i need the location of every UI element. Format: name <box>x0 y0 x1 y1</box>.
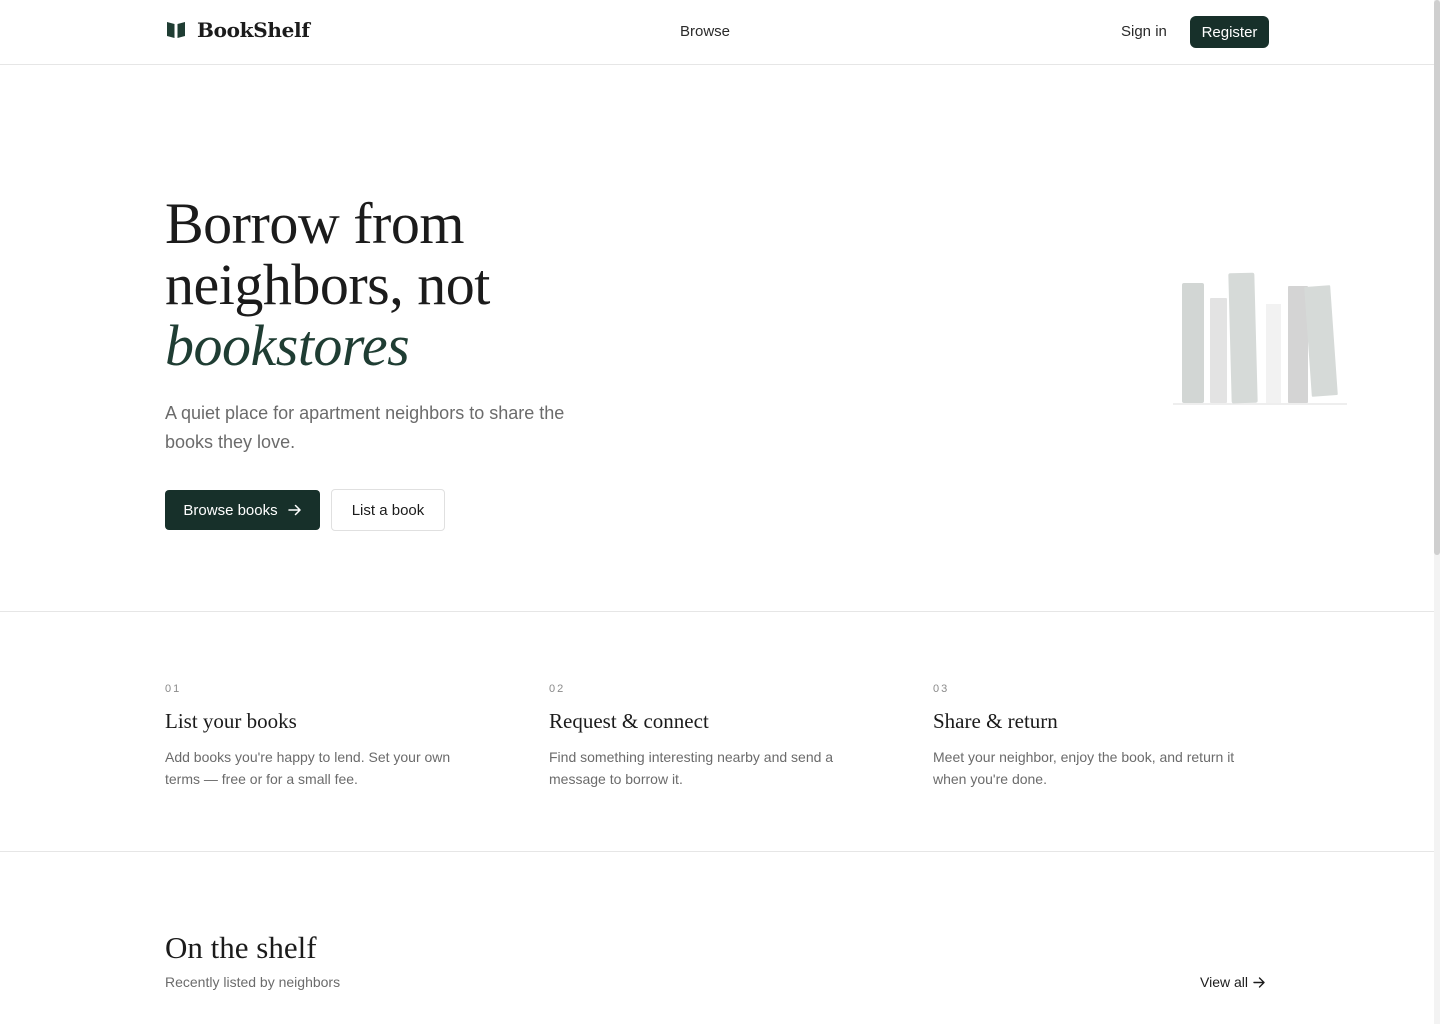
arrow-right-icon <box>1253 976 1265 988</box>
step-title: List your books <box>165 709 297 733</box>
hero-title-line1: Borrow from <box>165 191 464 256</box>
book-spine-6 <box>1304 285 1338 397</box>
step-title: Share & return <box>933 709 1058 733</box>
step-description: Meet your neighbor, enjoy the book, and … <box>933 749 1235 787</box>
browse-books-label: Browse books <box>183 501 278 519</box>
step-card: 03 Share & return Meet your neighbor, en… <box>933 683 1253 790</box>
hero-title: Borrow from neighbors, not bookstores <box>165 193 490 376</box>
hero-subtitle: A quiet place for apartment neighbors to… <box>165 403 565 452</box>
view-all-label: View all <box>1200 974 1248 990</box>
step-number: 02 <box>549 683 566 695</box>
brand-logo-link[interactable]: BookShelf <box>165 18 310 42</box>
step-card: 02 Request & connect Find something inte… <box>549 683 869 790</box>
sign-in-link[interactable]: Sign in <box>1121 23 1167 40</box>
shelf-section-title: On the shelf <box>165 930 317 965</box>
page-scrollbar[interactable] <box>1434 0 1440 1024</box>
book-spine-4 <box>1266 304 1281 403</box>
step-number: 03 <box>933 683 950 695</box>
section-divider <box>0 611 1434 612</box>
view-all-link[interactable]: View all <box>1200 974 1266 990</box>
step-title: Request & connect <box>549 709 709 733</box>
step-description: Add books you're happy to lend. Set your… <box>165 749 451 787</box>
scrollbar-thumb[interactable] <box>1434 0 1440 555</box>
bookshelf-illustration <box>1173 272 1347 405</box>
nav-browse-link[interactable]: Browse <box>680 23 730 40</box>
top-navbar: BookShelf Browse Sign in Register <box>0 0 1434 65</box>
book-spine-3 <box>1228 272 1258 404</box>
browse-books-button[interactable]: Browse books <box>165 490 320 530</box>
arrow-right-icon <box>287 504 301 516</box>
section-divider <box>0 851 1434 852</box>
book-open-icon <box>167 22 185 38</box>
hero-title-accent: bookstores <box>165 313 410 378</box>
step-number: 01 <box>165 683 182 695</box>
book-spine-1 <box>1182 283 1204 403</box>
step-card: 01 List your books Add books you're happ… <box>165 683 485 790</box>
step-description: Find something interesting nearby and se… <box>549 749 834 787</box>
book-spine-5 <box>1288 286 1308 403</box>
register-button[interactable]: Register <box>1190 16 1269 48</box>
hero-title-line2: neighbors, not <box>165 252 490 317</box>
brand-name: BookShelf <box>197 18 310 42</box>
shelf-section-subtitle: Recently listed by neighbors <box>165 974 341 990</box>
book-spine-2 <box>1210 298 1227 403</box>
list-a-book-button[interactable]: List a book <box>331 489 445 531</box>
